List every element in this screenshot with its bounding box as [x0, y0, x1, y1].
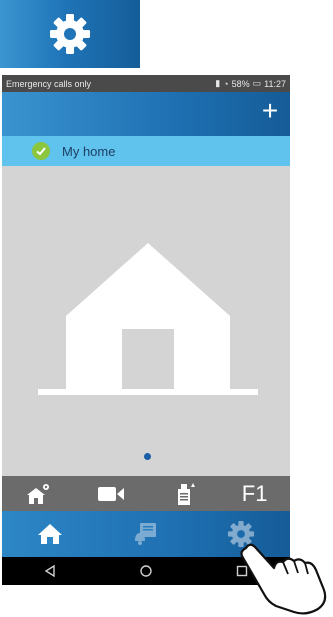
house-illustration [38, 243, 258, 395]
list-item-home[interactable]: My home [2, 136, 290, 166]
wifi-icon: ◔ [223, 78, 229, 89]
carrier-text: Emergency calls only [6, 78, 92, 89]
battery-percent: 58% [231, 78, 250, 89]
battery-icon: ▭ [252, 78, 262, 88]
tab-notifications-icon[interactable] [131, 521, 159, 547]
clock-time: 11:27 [264, 78, 286, 89]
back-icon[interactable] [43, 564, 57, 578]
action-bar: F1 [2, 476, 290, 511]
tap-hand-icon [240, 543, 327, 615]
status-bar: Emergency calls only ▮ ◔ 58% ▭ 11:27 [2, 75, 290, 92]
phone-screen: Emergency calls only ▮ ◔ 58% ▭ 11:27 + M… [2, 75, 290, 585]
page-indicator-dot [144, 453, 151, 460]
gear-icon [50, 14, 90, 54]
f1-button[interactable]: F1 [242, 481, 268, 507]
tab-home-icon[interactable] [36, 522, 64, 546]
door-station-icon[interactable] [171, 481, 197, 507]
home-nav-icon[interactable] [139, 564, 153, 578]
house-settings-icon[interactable] [25, 482, 51, 506]
home-overview [2, 166, 290, 476]
video-camera-icon[interactable] [96, 484, 126, 504]
app-bar: + [2, 92, 290, 136]
add-button[interactable]: + [258, 97, 282, 125]
home-label: My home [62, 143, 116, 159]
signal-icon: ▮ [215, 78, 221, 88]
status-right: ▮ ◔ 58% ▭ 11:27 [215, 78, 286, 89]
check-icon [32, 142, 50, 160]
settings-header-tile [0, 0, 140, 68]
